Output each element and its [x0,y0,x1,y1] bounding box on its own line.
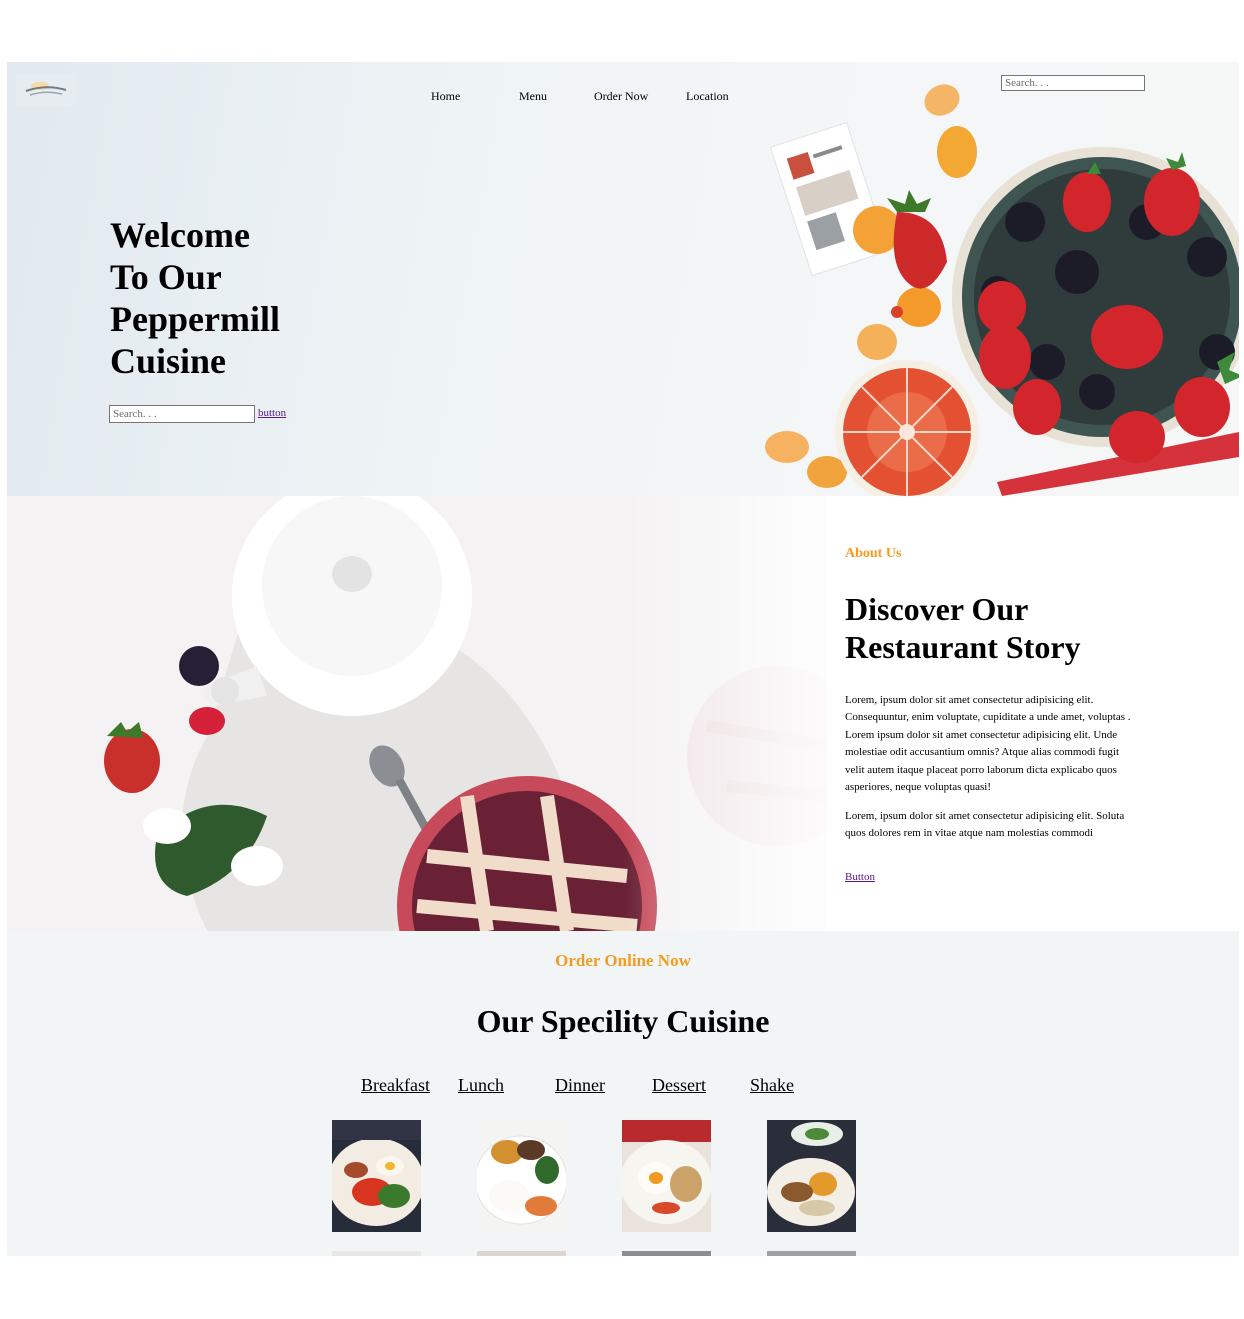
page: Home Menu Order Now Location Welcome To … [7,62,1239,1256]
hero-title-line: Cuisine [110,341,227,381]
breakfast-plate-photo[interactable] [332,1120,421,1232]
tab-dinner[interactable]: Dinner [555,1075,605,1096]
tab-dessert[interactable]: Dessert [652,1075,706,1096]
nav-menu[interactable]: Menu [519,89,547,104]
fruit-bowl-photo [765,84,1239,496]
about-paragraph-1: Lorem, ipsum dolor sit amet consectetur … [845,694,1131,794]
tab-shake[interactable]: Shake [750,1075,794,1096]
tab-breakfast[interactable]: Breakfast [361,1075,430,1096]
about-title-line: Restaurant Story [845,629,1081,665]
about-title-line: Discover Our [845,591,1029,627]
hero-title-line: Welcome [110,215,250,255]
about-paragraph-2: Lorem, ipsum dolor sit amet consectetur … [845,810,1125,840]
hero-section: Home Menu Order Now Location Welcome To … [7,62,1239,496]
hero-search-button[interactable]: button [258,407,286,419]
nav-location[interactable]: Location [686,89,729,104]
hero-title-line: Peppermill [110,299,280,339]
brunch-plate-photo[interactable] [767,1120,856,1232]
about-button[interactable]: Button [845,871,875,883]
hero-title: Welcome To Our Peppermill Cuisine [110,214,350,382]
dish-row-2-photo[interactable] [332,1251,421,1256]
order-eyebrow: Order Online Now [555,951,691,970]
fried-egg-plate-photo[interactable] [622,1120,711,1232]
dish-row-2-photo[interactable] [767,1251,856,1256]
tab-lunch[interactable]: Lunch [458,1075,504,1096]
hero-search-input[interactable] [109,405,255,423]
about-eyebrow: About Us [845,546,902,561]
cuisine-section: Order Online Now Our Specility Cuisine B… [7,931,1239,1256]
dish-row-2-photo[interactable] [622,1251,711,1256]
dish-row-2-photo[interactable] [477,1251,566,1256]
nav-order-now[interactable]: Order Now [594,89,648,104]
about-section: About Us Discover Our Restaurant Story L… [7,496,1239,931]
about-title: Discover Our Restaurant Story [845,590,1145,666]
hero-title-line: To Our [110,257,222,297]
nav-home[interactable]: Home [431,89,460,104]
egg-toast-plate-photo[interactable] [477,1120,566,1232]
cuisine-title: Our Specility Cuisine [476,1003,770,1039]
